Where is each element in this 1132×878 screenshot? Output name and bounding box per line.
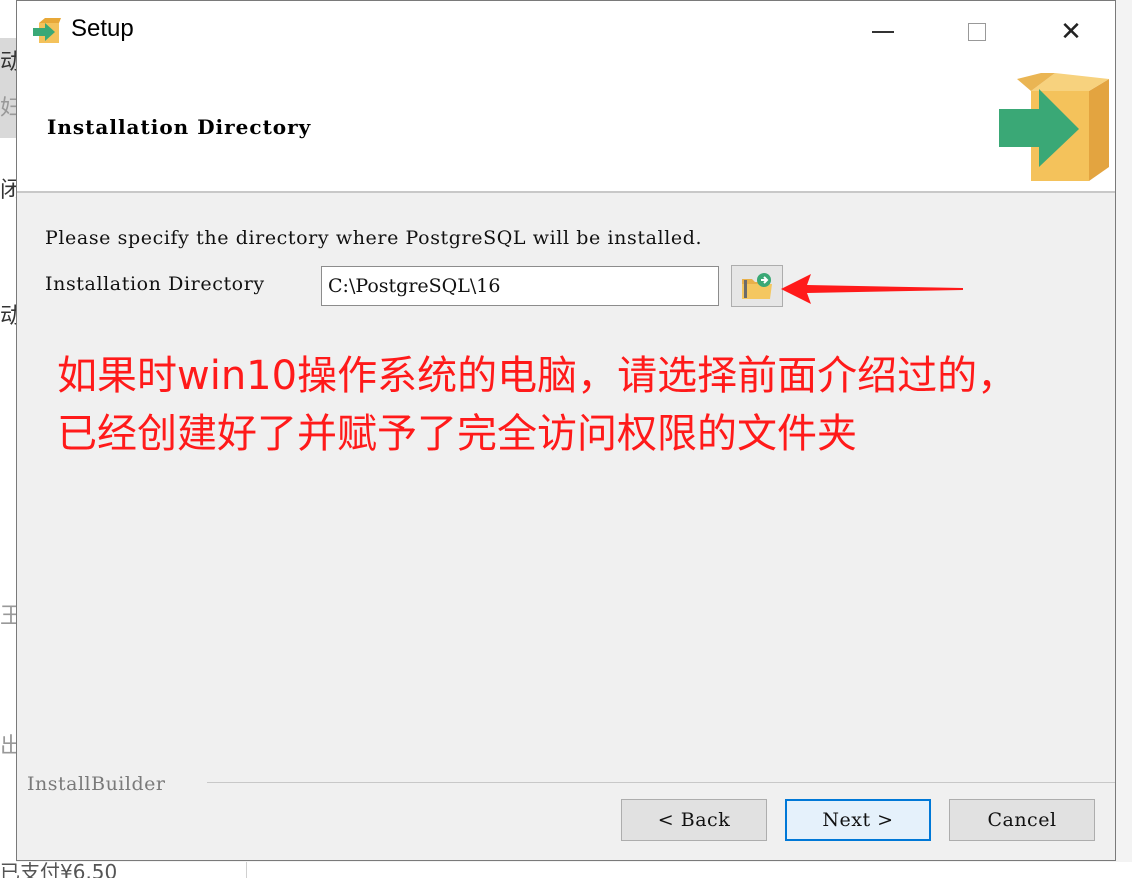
minimize-button[interactable] (853, 9, 913, 55)
background-char: 出 (0, 734, 16, 759)
window-title: Setup (71, 15, 134, 42)
installbuilder-brand: InstallBuilder (27, 773, 176, 795)
background-char: 闭 (0, 178, 16, 203)
installation-directory-input[interactable] (321, 266, 719, 306)
installation-directory-label: Installation Directory (45, 273, 265, 295)
cancel-button[interactable]: Cancel (949, 799, 1095, 841)
background-price-fragment: 已支付¥6.50 (0, 862, 118, 878)
footer-separator (207, 782, 1115, 783)
minimize-icon (872, 31, 894, 33)
annotation-note: 如果时win10操作系统的电脑，请选择前面介绍过的， 已经创建好了并赋予了完全访… (57, 347, 1017, 463)
folder-browse-icon (742, 273, 772, 299)
title-bar[interactable]: Setup ✕ (17, 1, 1115, 63)
close-icon: ✕ (1060, 17, 1082, 47)
wizard-header: Installation Directory (17, 63, 1115, 191)
maximize-icon (968, 23, 986, 41)
setup-box-icon (33, 18, 61, 43)
next-button[interactable]: Next > (785, 799, 931, 841)
background-char: 妇 (0, 96, 16, 121)
package-arrow-logo (999, 73, 1109, 181)
background-char: 动 (0, 304, 16, 329)
background-bottom-strip: 已支付¥6.50 (0, 862, 1132, 878)
browse-folder-button[interactable] (731, 265, 783, 307)
maximize-button[interactable] (947, 9, 1007, 55)
annotation-line-2: 已经创建好了并赋予了完全访问权限的文件夹 (57, 411, 857, 457)
background-char: 王 (0, 604, 16, 629)
red-annotation-arrow (781, 274, 963, 304)
background-app-strip: 动 妇 闭 动 王 出 (0, 0, 16, 878)
setup-window: Setup ✕ Installation Directory Please sp… (16, 0, 1116, 861)
header-separator (17, 191, 1115, 193)
instruction-text: Please specify the directory where Postg… (45, 227, 703, 249)
background-char: 动 (0, 50, 16, 75)
annotation-line-1: 如果时win10操作系统的电脑，请选择前面介绍过的， (57, 353, 1018, 399)
background-divider (246, 862, 247, 878)
back-button[interactable]: < Back (621, 799, 767, 841)
close-button[interactable]: ✕ (1041, 9, 1101, 55)
page-title: Installation Directory (47, 115, 312, 139)
